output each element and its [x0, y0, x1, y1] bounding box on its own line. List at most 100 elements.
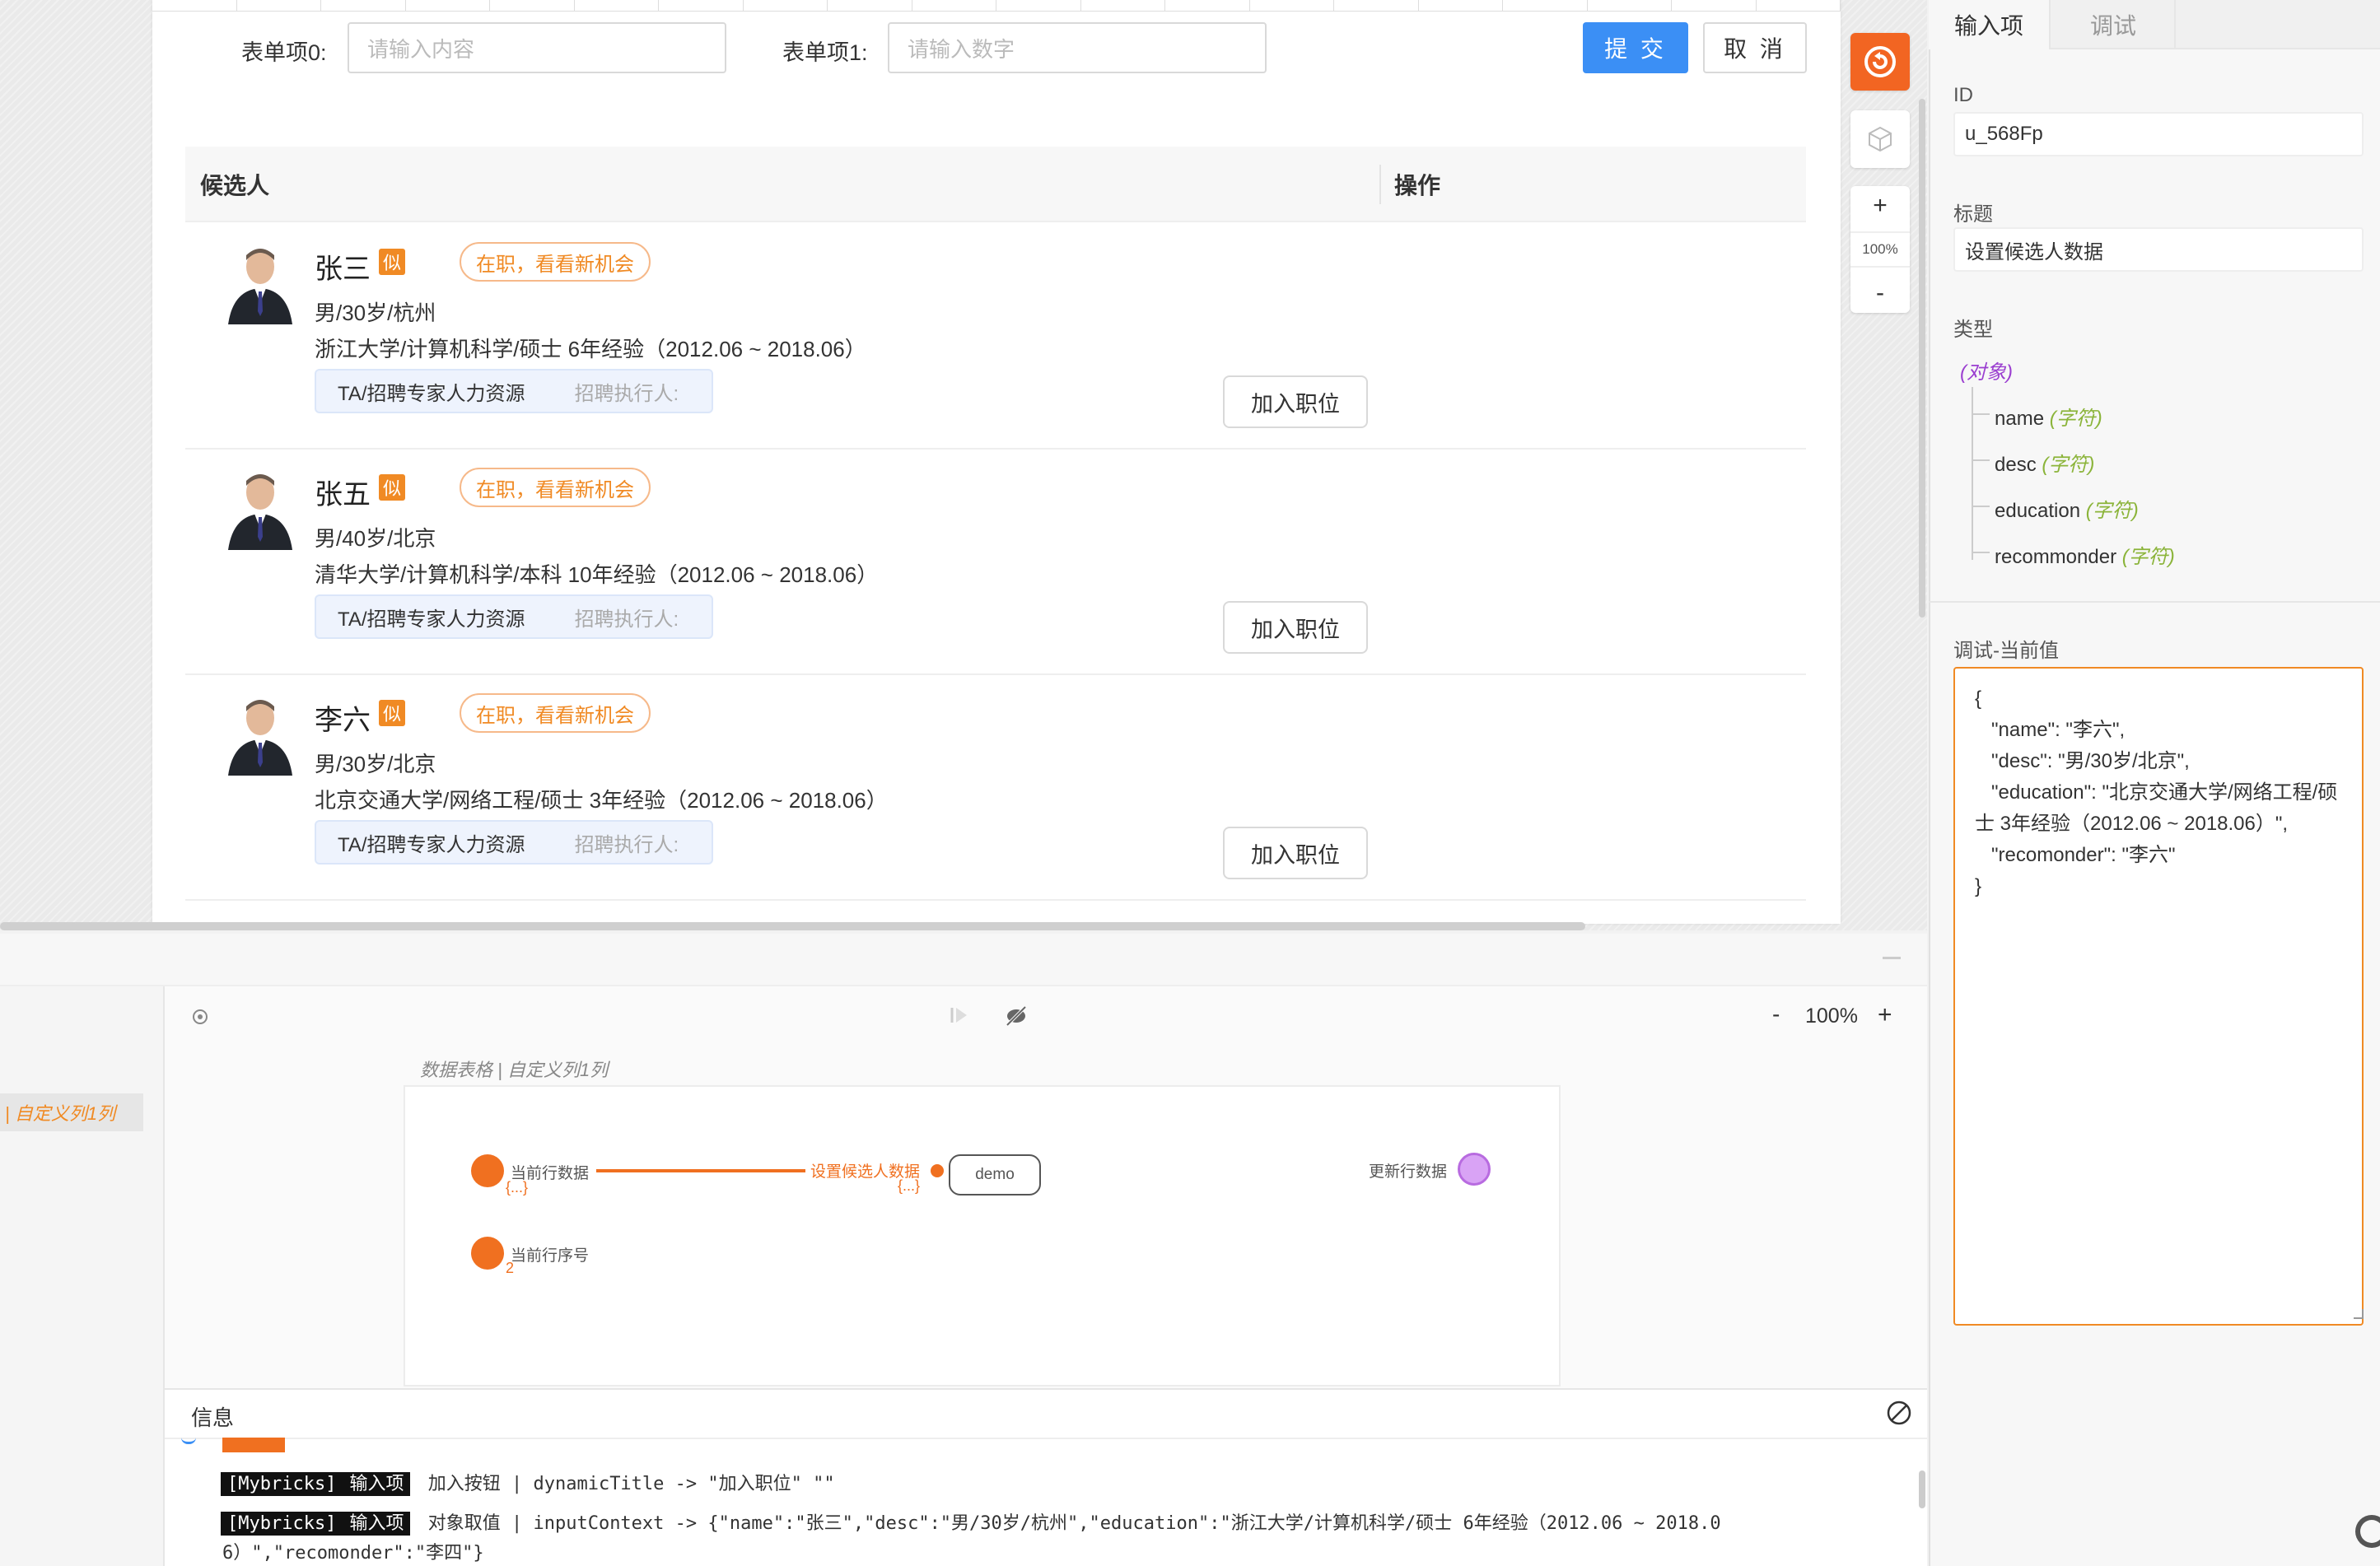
tag-category: TA/招聘专家人力资源 — [338, 608, 525, 631]
diagram-title: 数据表格 | 自定义列1列 — [420, 1060, 609, 1080]
tag-executor: 招聘执行人: — [574, 382, 679, 405]
type-field: education (字符) — [1995, 494, 2139, 523]
logic-panel-header — [0, 934, 1927, 986]
id-label: ID — [1953, 84, 1973, 106]
field-type: (字符) — [2042, 454, 2095, 476]
tree-branch — [1973, 459, 1990, 461]
minimize-icon[interactable] — [1883, 957, 1901, 959]
recruit-tag: TA/招聘专家人力资源 招聘执行人: — [315, 594, 713, 639]
tree-branch — [1973, 413, 1990, 415]
tag-executor: 招聘执行人: — [574, 833, 679, 856]
tag-executor: 招聘执行人: — [574, 608, 679, 631]
form-field0-input[interactable]: 请输入内容 — [348, 22, 726, 73]
table-row: 张五似 在职，看看新机会 男/40岁/北京 清华大学/计算机科学/本科 10年经验（2… — [185, 450, 1806, 675]
top-ruler — [152, 0, 1841, 12]
property-tabs: 输入项 调试 — [1929, 0, 2380, 49]
similar-badge: 似 — [379, 249, 405, 275]
tab-input[interactable]: 输入项 — [1929, 0, 2051, 49]
join-position-button[interactable]: 加入职位 — [1223, 827, 1368, 879]
join-position-button[interactable]: 加入职位 — [1223, 601, 1368, 654]
component-tool-button[interactable] — [1850, 110, 1910, 168]
status-badge: 在职，看看新机会 — [460, 242, 651, 282]
run-icon[interactable] — [949, 1004, 970, 1032]
debug-label: 调试-当前值 — [1953, 640, 2059, 662]
logic-left-column — [0, 986, 165, 1566]
logic-zoom-out[interactable]: - — [1772, 1001, 1780, 1028]
zoom-in-button[interactable]: + — [1873, 192, 1888, 220]
set-data-input-pin[interactable] — [931, 1164, 944, 1177]
field-name: recommonder — [1995, 546, 2117, 568]
cube-icon — [1869, 126, 1892, 152]
form-field1-label: 表单项1: — [782, 40, 868, 65]
recruit-tag: TA/招聘专家人力资源 招聘执行人: — [315, 369, 713, 413]
vertical-scrollbar[interactable] — [1919, 99, 1925, 618]
locate-icon[interactable] — [191, 1006, 209, 1032]
tag-category: TA/招聘专家人力资源 — [338, 382, 525, 405]
candidate-desc: 男/30岁/杭州 — [315, 301, 436, 325]
tree-branch — [1973, 552, 1990, 553]
console-scrollbar[interactable] — [1919, 1470, 1925, 1508]
submit-button[interactable]: 提 交 — [1583, 22, 1688, 73]
row-index-output-pin[interactable] — [471, 1237, 504, 1270]
zoom-control: + 100% - — [1850, 186, 1910, 313]
debug-value-editor[interactable]: { "name": "李六", "desc": "男/30岁/北京", "edu… — [1953, 667, 2364, 1326]
update-row-input-pin[interactable] — [1458, 1153, 1491, 1186]
candidate-name[interactable]: 李六 — [315, 697, 371, 738]
current-row-value: {...} — [506, 1179, 529, 1195]
cancel-button[interactable]: 取 消 — [1703, 22, 1807, 73]
status-badge: 在职，看看新机会 — [460, 468, 651, 507]
title-field[interactable]: 设置候选人数据 — [1953, 227, 2364, 272]
type-root: (对象) — [1960, 361, 2013, 384]
type-field: desc (字符) — [1995, 448, 2094, 477]
id-field[interactable]: u_568Fp — [1953, 112, 2364, 156]
logic-diagram: 当前行数据 {...} 设置候选人数据 {...} demo 更新行数据 当前行… — [404, 1085, 1561, 1387]
debug-off-icon[interactable] — [1005, 1004, 1028, 1033]
log-output-tag-partial — [222, 1438, 285, 1452]
status-badge: 在职，看看新机会 — [460, 693, 651, 733]
column-divider — [1379, 165, 1381, 204]
tab-debug[interactable]: 调试 — [2052, 0, 2176, 49]
recruit-tag: TA/招聘专家人力资源 招聘执行人: — [315, 820, 713, 865]
connection-line[interactable] — [596, 1169, 805, 1172]
clear-log-icon[interactable] — [1886, 1400, 1912, 1432]
resize-handle-icon[interactable] — [2354, 1309, 2364, 1319]
col-candidate-header: 候选人 — [200, 173, 270, 198]
tag-category: TA/招聘专家人力资源 — [338, 833, 525, 856]
tree-branch — [1973, 506, 1990, 507]
update-row-label: 更新行数据 — [1369, 1163, 1448, 1181]
title-label: 标题 — [1953, 203, 1993, 226]
candidate-education: 浙江大学/计算机科学/硕士 6年经验（2012.06 ~ 2018.06） — [315, 337, 866, 361]
table-row: 李六似 在职，看看新机会 男/30岁/北京 北京交通大学/网络工程/硕士 3年经验（2… — [185, 675, 1806, 901]
type-field: name (字符) — [1995, 402, 2102, 431]
type-label: 类型 — [1953, 319, 1993, 341]
field-name: education — [1995, 500, 2081, 522]
info-console-header: 信息 — [165, 1388, 1927, 1439]
logic-toggle-button[interactable] — [1850, 33, 1910, 91]
candidate-desc: 男/40岁/北京 — [315, 526, 436, 551]
panel-divider — [1929, 601, 2380, 603]
field-type: (字符) — [2049, 408, 2102, 430]
zoom-level: 100% — [1850, 231, 1910, 268]
candidate-name[interactable]: 张三 — [315, 246, 371, 287]
refresh-icon — [1864, 46, 1896, 77]
col-action-header: 操作 — [1394, 173, 1441, 198]
horizontal-scrollbar[interactable] — [0, 922, 1585, 930]
zoom-out-button[interactable]: - — [1876, 279, 1884, 307]
field-name: name — [1995, 408, 2045, 430]
form-field1-input[interactable]: 请输入数字 — [888, 22, 1267, 73]
candidate-education: 北京交通大学/网络工程/硕士 3年经验（2012.06 ~ 2018.06） — [315, 788, 888, 813]
candidate-name[interactable]: 张五 — [315, 472, 371, 512]
info-title: 信息 — [191, 1405, 235, 1430]
table-row: 张三似 在职，看看新机会 男/30岁/杭州浙江大学/计算机科学/硕士 6年经验（20… — [185, 224, 1806, 450]
logic-zoom-in[interactable]: + — [1878, 1001, 1892, 1029]
row-index-value: 2 — [506, 1260, 515, 1276]
join-position-button[interactable]: 加入职位 — [1223, 375, 1368, 428]
avatar — [226, 242, 294, 324]
current-row-output-pin[interactable] — [471, 1154, 504, 1187]
log-line: [Mybricks] 输入项 对象取值 | inputContext -> {"n… — [221, 1508, 1721, 1536]
scope-chip[interactable]: | 自定义列1列 — [0, 1093, 143, 1131]
log-line-continuation: 6）","recomonder":"李四"} — [222, 1543, 484, 1564]
set-data-value: {...} — [898, 1177, 921, 1194]
candidate-desc: 男/30岁/北京 — [315, 752, 436, 776]
demo-node[interactable]: demo — [949, 1154, 1041, 1195]
